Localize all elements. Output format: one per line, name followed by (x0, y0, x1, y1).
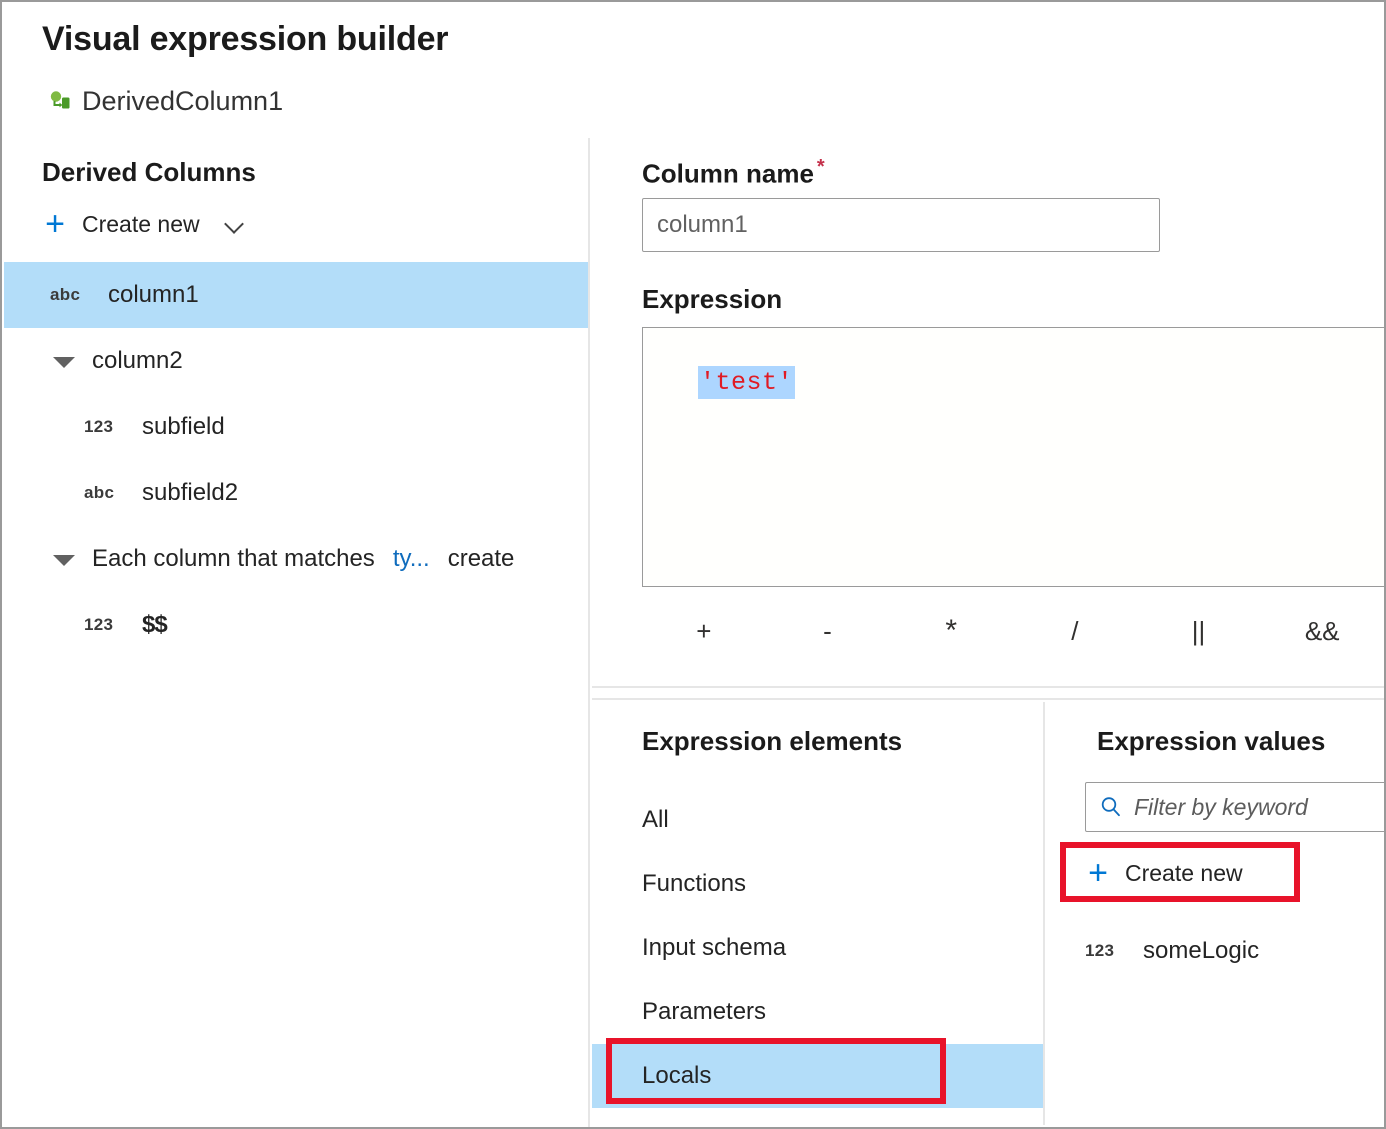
pattern-prefix-label: Each column that matches (92, 545, 375, 573)
search-icon (1098, 794, 1124, 820)
expression-values-panel: Expression values + Create new 123 someL… (1047, 702, 1382, 1125)
expression-text: 'test' (698, 366, 795, 399)
operator-divide-button[interactable]: / (1013, 618, 1137, 644)
pattern-condition-link[interactable]: ty... (393, 545, 430, 573)
element-item-input-schema[interactable]: Input schema (592, 916, 1043, 980)
required-asterisk: * (817, 156, 825, 178)
plus-icon: + (1085, 856, 1111, 890)
filter-field[interactable] (1085, 782, 1386, 832)
type-badge-abc: abc (84, 483, 128, 503)
derived-columns-panel: Derived Columns + Create new abc column1… (4, 138, 590, 1127)
breadcrumb-label: DerivedColumn1 (82, 86, 283, 117)
operator-minus-button[interactable]: - (766, 618, 890, 644)
element-item-all[interactable]: All (592, 788, 1043, 852)
caret-down-icon[interactable] (50, 348, 76, 374)
derived-columns-heading: Derived Columns (42, 157, 256, 188)
type-badge-123: 123 (84, 417, 128, 437)
tree-item-column-pattern[interactable]: Each column that matches ty... create (4, 526, 588, 592)
breadcrumb: DerivedColumn1 (48, 86, 283, 117)
value-item-somelogic[interactable]: 123 someLogic (1047, 920, 1382, 982)
expression-label: Expression (642, 284, 782, 315)
column-name-label: Column name* (642, 156, 825, 190)
pattern-suffix-label: create (448, 545, 515, 573)
tree-item-label: column2 (92, 347, 183, 375)
tree-item-label: subfield2 (142, 479, 238, 507)
visual-expression-builder-dialog: Visual expression builder DerivedColumn1… (0, 0, 1386, 1129)
operator-or-button[interactable]: || (1137, 618, 1261, 644)
operator-plus-button[interactable]: + (642, 618, 766, 644)
caret-down-icon[interactable] (50, 546, 76, 572)
operator-toolbar: + - * / || && (642, 596, 1384, 666)
filter-by-keyword-input[interactable] (1132, 793, 1386, 822)
column-name-label-text: Column name (642, 159, 814, 189)
operator-and-button[interactable]: && (1260, 618, 1384, 644)
element-item-parameters[interactable]: Parameters (592, 980, 1043, 1044)
page-title: Visual expression builder (42, 20, 448, 59)
expression-elements-list: All Functions Input schema Parameters Lo… (592, 788, 1043, 1108)
element-item-functions[interactable]: Functions (592, 852, 1043, 916)
tree-item-column2[interactable]: column2 (4, 328, 588, 394)
create-new-value-button[interactable]: + Create new (1085, 848, 1243, 898)
expression-values-list: 123 someLogic (1047, 920, 1382, 982)
element-item-locals[interactable]: Locals (592, 1044, 1043, 1108)
expression-values-title: Expression values (1097, 726, 1325, 757)
tree-item-subfield[interactable]: 123 subfield (4, 394, 588, 460)
column-details-section: Column name* Expression 'test' + - * / |… (592, 138, 1384, 688)
tree-item-column1[interactable]: abc column1 (4, 262, 588, 328)
create-new-derived-column-button[interactable]: + Create new (42, 204, 246, 244)
type-badge-123: 123 (84, 615, 128, 635)
tree-item-label: column1 (108, 281, 199, 309)
operator-multiply-button[interactable]: * (889, 616, 1013, 646)
type-badge-123: 123 (1085, 941, 1143, 961)
create-new-label: Create new (1125, 860, 1243, 887)
create-new-label: Create new (82, 211, 200, 238)
tree-item-dollar-dollar[interactable]: 123 $$ (4, 592, 588, 658)
type-badge-abc: abc (50, 285, 94, 305)
section-divider-bottom (592, 698, 1384, 700)
derived-column-icon (48, 90, 72, 114)
value-item-label: someLogic (1143, 937, 1259, 965)
expression-elements-panel: Expression elements All Functions Input … (592, 702, 1045, 1125)
expression-elements-title: Expression elements (642, 726, 902, 757)
tree-item-subfield2[interactable]: abc subfield2 (4, 460, 588, 526)
chevron-down-icon[interactable] (224, 213, 246, 235)
derived-columns-tree: abc column1 column2 123 subfield abc sub… (4, 262, 588, 658)
tree-item-label: $$ (142, 611, 167, 639)
expression-editor[interactable]: 'test' (642, 327, 1386, 587)
column-name-input[interactable] (642, 198, 1160, 252)
section-divider-top (592, 686, 1384, 688)
tree-item-label: subfield (142, 413, 225, 441)
plus-icon: + (42, 207, 68, 241)
